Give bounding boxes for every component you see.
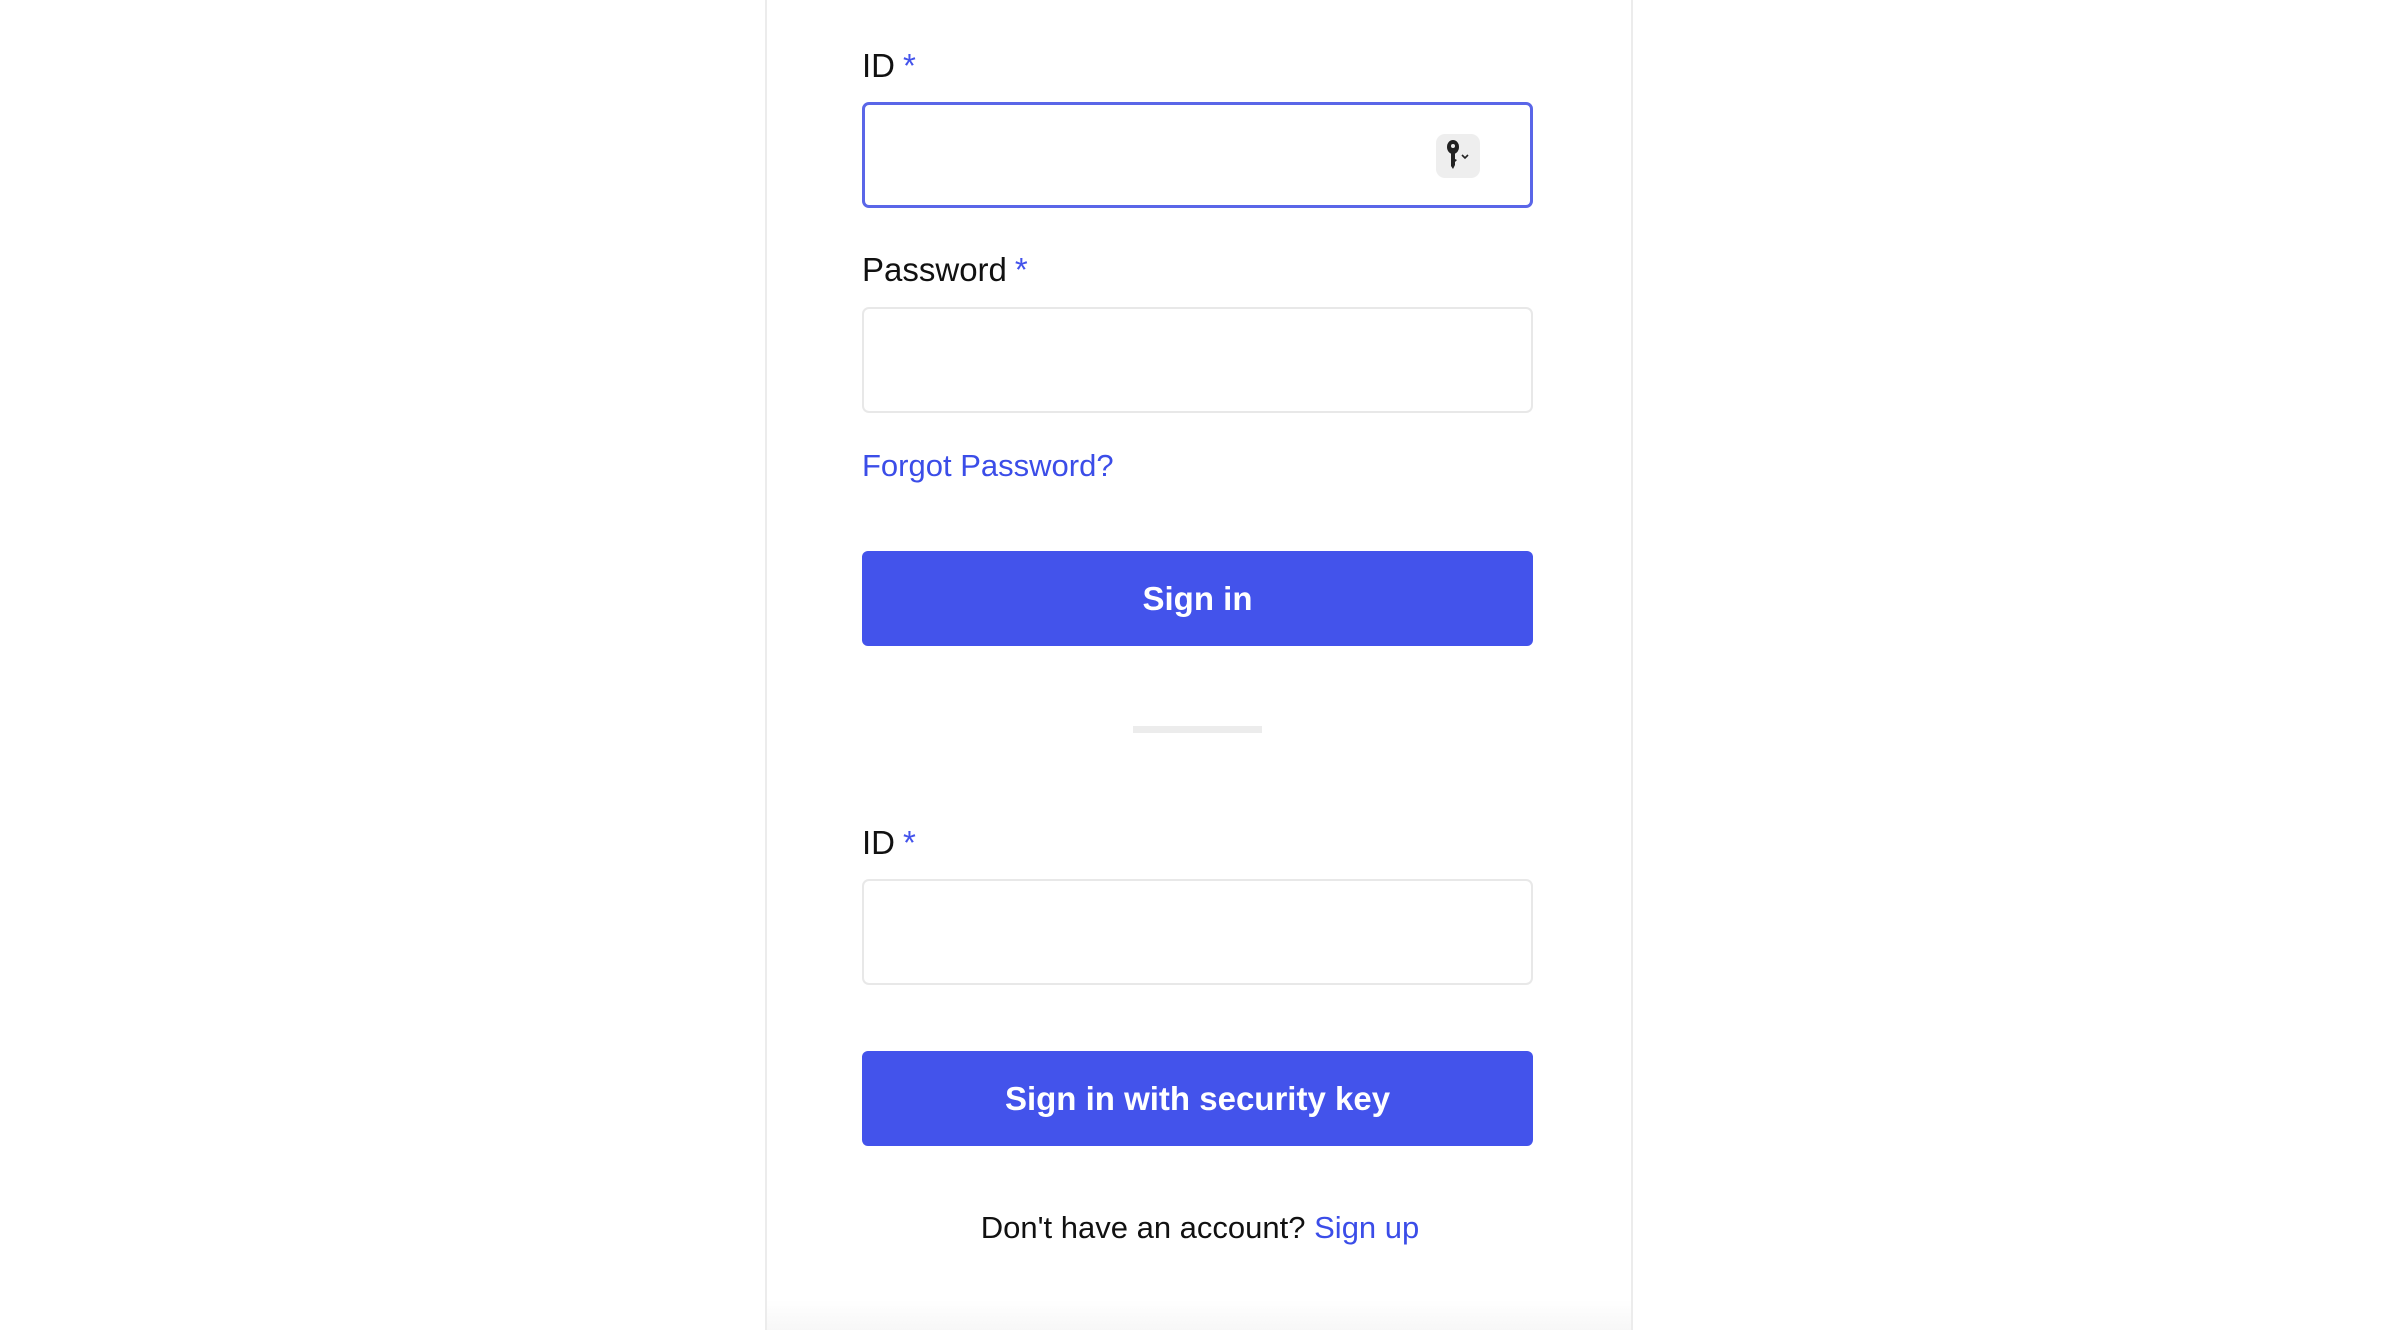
security-key-button[interactable]: Sign in with security key: [862, 1051, 1533, 1146]
required-asterisk: *: [1014, 251, 1028, 288]
signup-link[interactable]: Sign up: [1314, 1210, 1419, 1245]
forgot-password-link[interactable]: Forgot Password?: [862, 448, 1114, 484]
chevron-down-icon: [1461, 154, 1469, 160]
password-input[interactable]: [862, 307, 1533, 413]
divider: [1133, 726, 1262, 733]
security-id-input[interactable]: [862, 879, 1533, 985]
key-icon: [1447, 140, 1469, 169]
id-label: ID *: [862, 46, 916, 86]
sign-in-button[interactable]: Sign in: [862, 551, 1533, 646]
required-asterisk: *: [903, 47, 916, 84]
signup-prompt-text: Don't have an account?: [980, 1210, 1306, 1245]
id-label-text: ID: [862, 824, 895, 861]
id-input[interactable]: [862, 102, 1533, 208]
password-label-text: Password: [862, 251, 1007, 288]
signup-prompt: Don't have an account? Sign up: [0, 1210, 2400, 1246]
password-manager-button[interactable]: [1436, 134, 1480, 178]
id-label-text: ID: [862, 47, 895, 84]
required-asterisk: *: [903, 824, 916, 861]
id-label-security: ID *: [862, 823, 916, 863]
password-label: Password *: [862, 250, 1028, 290]
